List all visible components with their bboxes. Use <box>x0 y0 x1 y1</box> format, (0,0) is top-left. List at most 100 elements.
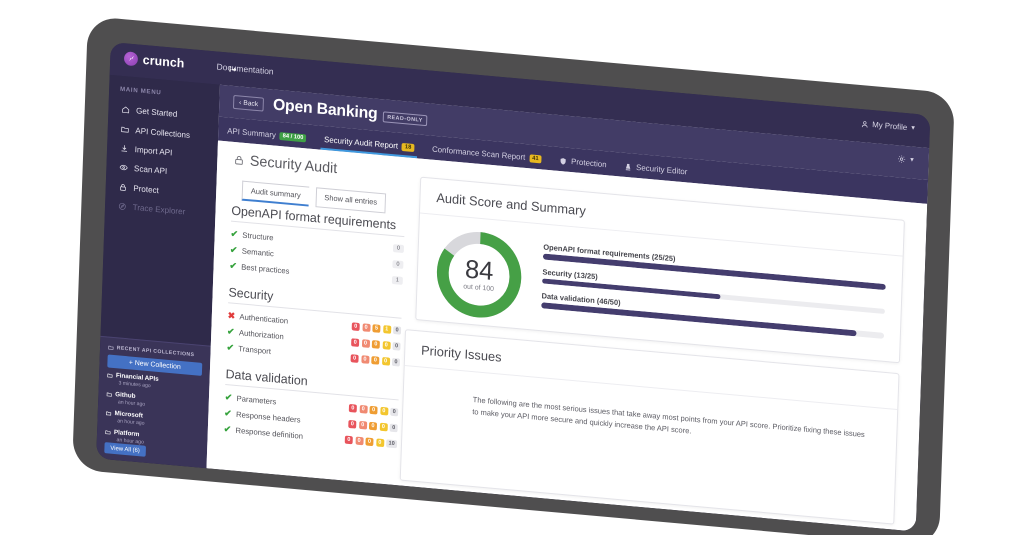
pill-info: 0 <box>391 357 401 367</box>
sidebar-label: Import API <box>134 145 173 158</box>
tab-label: API Summary <box>227 126 276 140</box>
severity-pills: 0 0 0 0 10 <box>344 435 398 449</box>
pill-high: 0 <box>358 420 367 430</box>
eye-icon <box>119 163 128 173</box>
back-button[interactable]: ‹ Back <box>232 94 265 112</box>
folder-icon <box>105 429 111 434</box>
row-count: 1 <box>391 275 403 285</box>
tab-badge: 18 <box>401 142 415 153</box>
chevron-left-icon: ‹ <box>238 98 242 107</box>
status-check-icon: ✔ <box>229 244 238 255</box>
status-check-icon: ✔ <box>224 407 232 418</box>
brand-name: crunch <box>142 52 185 71</box>
sidebar-label: Get Started <box>135 106 178 120</box>
pill-high: 0 <box>360 355 370 364</box>
severity-pills: 0 0 0 0 0 <box>350 354 401 367</box>
pill-low: 0 <box>379 422 388 432</box>
pill-medium: 0 <box>368 421 378 431</box>
settings-menu[interactable]: ▼ <box>897 154 915 165</box>
pill-medium: 0 <box>365 437 374 447</box>
pill-high: 0 <box>361 339 370 348</box>
crunch-logo-icon <box>123 51 139 67</box>
heading-text: Security Audit <box>249 153 338 178</box>
compass-icon <box>118 202 127 212</box>
home-icon <box>121 105 130 115</box>
pill-info: 0 <box>392 341 401 351</box>
status-check-icon: ✔ <box>230 228 239 239</box>
status-badge: READ-ONLY <box>383 111 427 127</box>
tab-label: Conformance Scan Report <box>431 144 526 162</box>
my-profile-menu[interactable]: My Profile ▼ <box>861 119 916 133</box>
severity-pills: 0 0 0 0 0 <box>348 419 398 433</box>
status-check-icon: ✔ <box>226 341 235 353</box>
sidebar-label: Scan API <box>133 164 168 177</box>
content-area: Security Audit Audit summary Show all en… <box>206 140 928 532</box>
audit-summary-button[interactable]: Audit summary <box>241 180 309 207</box>
status-error-icon: ✖ <box>227 309 236 321</box>
pill-low: 0 <box>375 438 384 448</box>
pill-low: 1 <box>382 325 391 334</box>
folder-icon <box>106 410 112 416</box>
severity-pills: 0 0 0 0 0 <box>351 338 401 351</box>
row-count: 0 <box>392 260 404 269</box>
pill-low: 0 <box>381 356 390 366</box>
profile-label: My Profile <box>872 120 908 133</box>
folder-icon <box>120 124 129 134</box>
severity-pills: 0 0 5 1 0 <box>351 322 402 335</box>
pill-critical: 0 <box>348 404 357 413</box>
chevron-down-icon: ▼ <box>908 156 916 164</box>
import-icon <box>120 144 129 154</box>
pill-critical: 0 <box>350 354 359 363</box>
status-check-icon: ✔ <box>224 391 233 403</box>
user-icon <box>862 120 868 128</box>
sidebar: MAIN MENU Get Started API Collections Im… <box>96 74 220 469</box>
list-item[interactable]: Github an hour ago <box>106 390 203 413</box>
pill-medium: 5 <box>372 324 381 333</box>
documentation-link[interactable]: Documentation <box>216 61 273 76</box>
pill-high: 0 <box>359 404 368 414</box>
severity-pills: 0 0 0 0 0 <box>348 404 399 417</box>
view-all-button[interactable]: View All (6) <box>104 442 146 457</box>
tab-badge: 84 / 100 <box>279 132 307 143</box>
audit-score-donut-chart: 84 out of 100 <box>432 225 526 325</box>
folder-icon <box>107 373 113 378</box>
sidebar-menu: Get Started API Collections Import API S… <box>105 99 219 225</box>
security-audit-heading: Security Audit <box>233 152 338 177</box>
brand-logo[interactable]: crunch <box>123 51 185 71</box>
tab-label: Security Audit Report <box>323 135 399 151</box>
row-count: 0 <box>392 244 405 254</box>
pill-high: 0 <box>355 436 364 446</box>
chevron-down-icon: ▼ <box>910 124 917 132</box>
tab-label: Protection <box>570 157 607 170</box>
pill-medium: 0 <box>371 356 380 365</box>
score-breakdown-bars: OpenAPI format requirements (25/25) Secu… <box>523 233 887 357</box>
lock-icon <box>118 182 127 192</box>
list-item[interactable]: Microsoft an hour ago <box>105 409 202 432</box>
gear-icon <box>898 155 906 163</box>
pill-critical: 0 <box>351 322 360 332</box>
shield-icon <box>560 158 566 165</box>
lock-icon <box>235 155 243 165</box>
audit-score-card: Audit Score and Summary 84 out of 100 Op… <box>415 176 905 364</box>
pill-medium: 0 <box>369 405 378 415</box>
pill-critical: 0 <box>344 435 353 445</box>
editor-icon <box>625 163 631 171</box>
show-all-entries-button[interactable]: Show all entries <box>315 187 387 214</box>
tab-label: Security Editor <box>635 162 688 177</box>
page-title: Open Banking <box>272 96 378 123</box>
main-region: ‹ Back Open Banking READ-ONLY ▼ API Summ… <box>206 84 930 532</box>
folder-icon <box>106 392 112 397</box>
pill-high: 0 <box>361 323 371 332</box>
pill-info: 0 <box>393 326 402 335</box>
recent-collections-panel: RECENT API COLLECTIONS + New Collection … <box>96 335 211 469</box>
pill-critical: 0 <box>351 338 360 347</box>
status-check-icon: ✔ <box>223 423 232 434</box>
status-check-icon: ✔ <box>229 259 238 271</box>
requirements-panel: OpenAPI format requirements ✔ Structure … <box>223 203 405 453</box>
collapse-panel-icon[interactable] <box>228 65 237 78</box>
sidebar-label: Trace Explorer <box>132 202 186 217</box>
app-window: crunch Documentation My Profile ▼ MAIN M… <box>96 42 931 532</box>
device-tilt-wrapper: crunch Documentation My Profile ▼ MAIN M… <box>71 16 975 535</box>
status-check-icon: ✔ <box>226 325 235 337</box>
pill-info: 0 <box>390 407 399 417</box>
